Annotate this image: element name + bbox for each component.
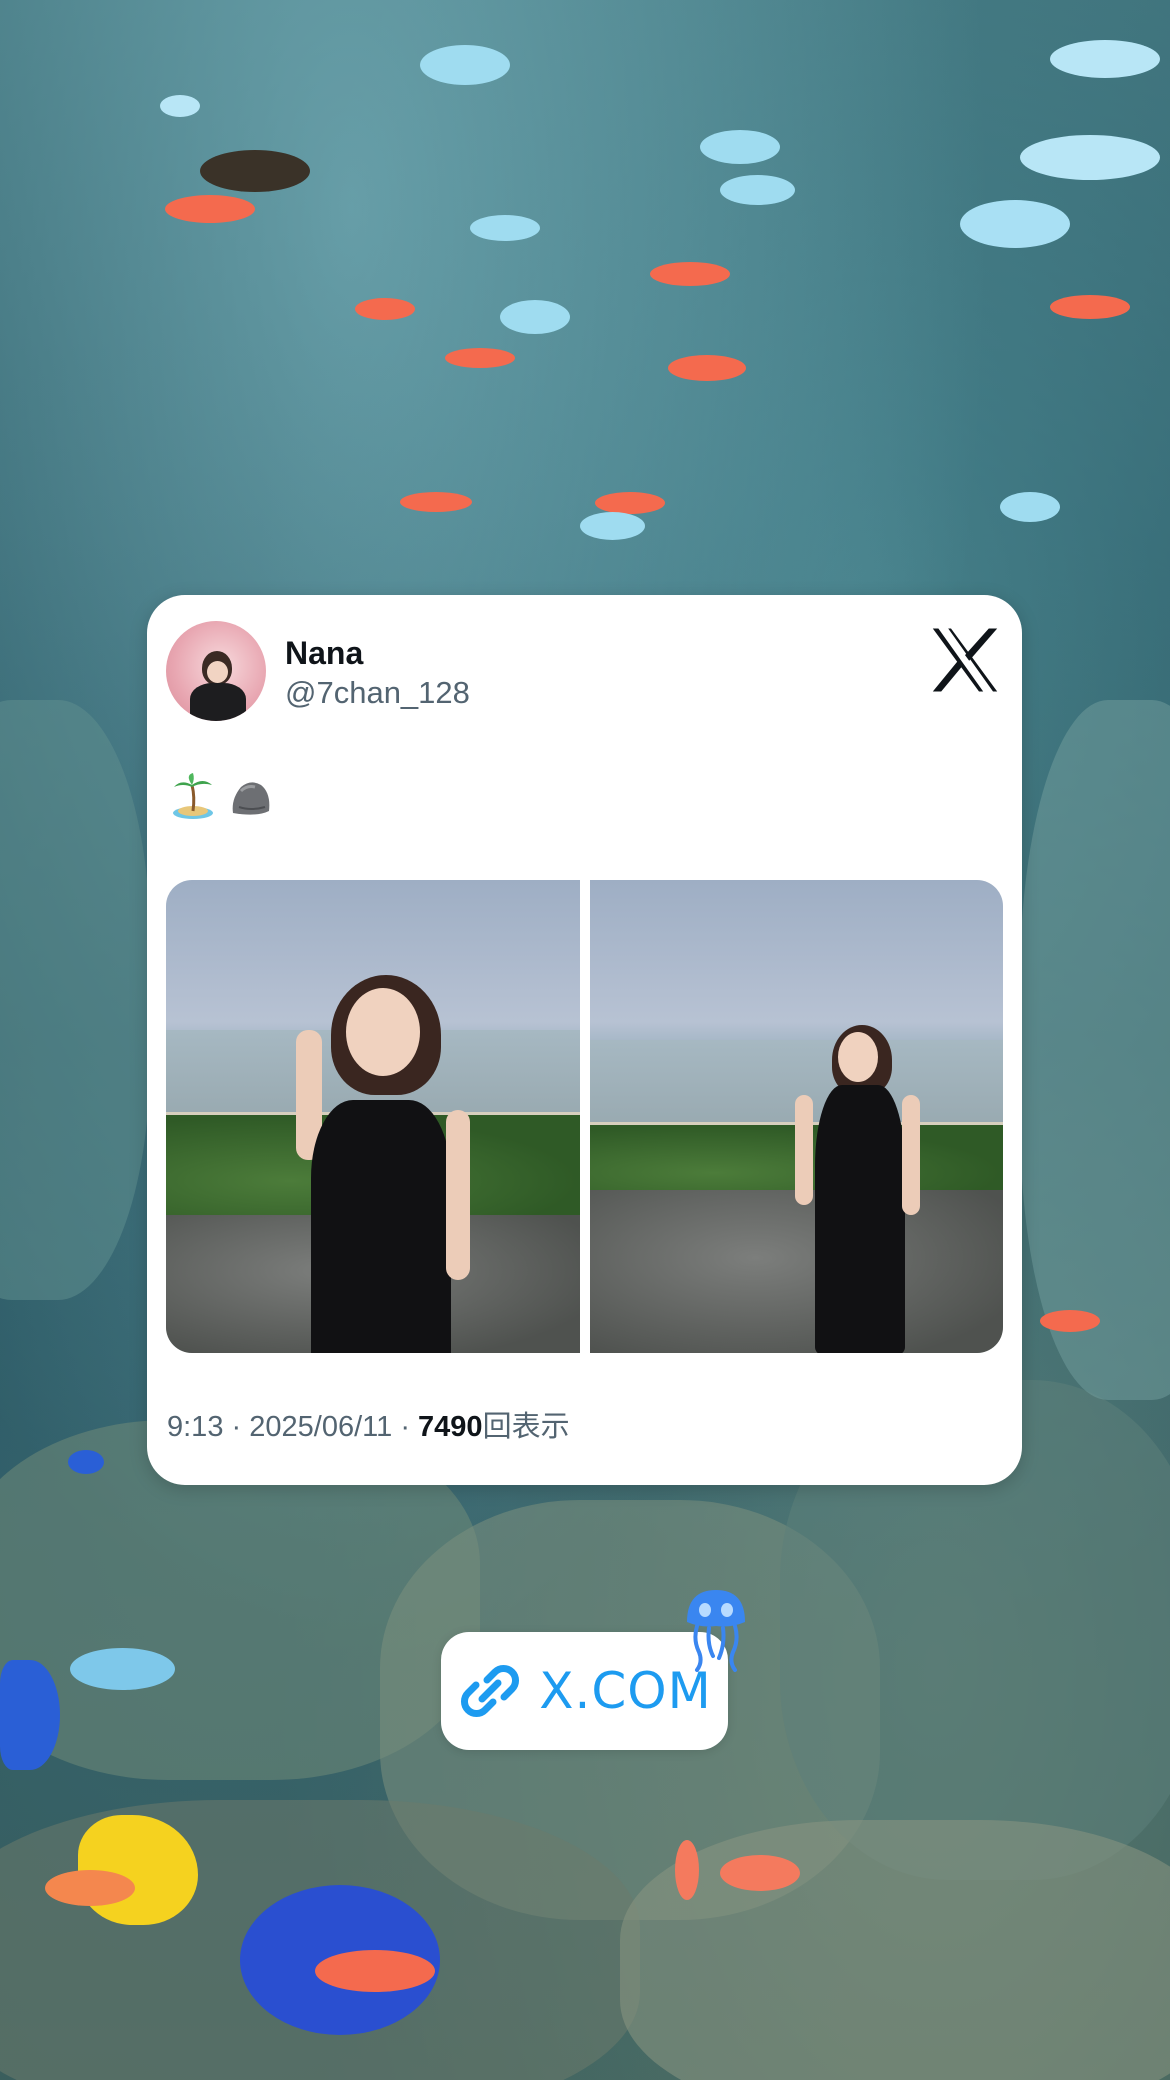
link-icon: [461, 1665, 520, 1717]
palm-tree-island-icon: [173, 773, 213, 819]
post-date[interactable]: 2025/06/11: [249, 1411, 392, 1443]
post-body: [171, 773, 275, 821]
meta-separator: ·: [231, 1411, 242, 1443]
post-time[interactable]: 9:13: [167, 1411, 223, 1443]
story-canvas: Nana @7chan_128 9:13 · 2025/06/11 · 7490…: [0, 0, 1170, 2080]
jellyfish-icon: [687, 1590, 745, 1672]
views-label: 回表示: [482, 1411, 570, 1443]
media-grid: [166, 880, 1003, 1353]
rock-icon: [232, 782, 270, 815]
post-meta: 9:13 · 2025/06/11 · 7490回表示: [167, 1403, 570, 1445]
media-photo-2[interactable]: [589, 880, 1003, 1353]
views-count: 7490: [418, 1411, 483, 1443]
author-name[interactable]: Nana: [285, 635, 363, 672]
meta-separator: ·: [400, 1411, 410, 1443]
author-handle[interactable]: @7chan_128: [285, 675, 470, 711]
media-photo-1[interactable]: [166, 880, 580, 1353]
post-card[interactable]: Nana @7chan_128 9:13 · 2025/06/11 · 7490…: [147, 595, 1022, 1485]
x-logo-icon: [932, 628, 998, 692]
avatar[interactable]: [166, 621, 266, 721]
